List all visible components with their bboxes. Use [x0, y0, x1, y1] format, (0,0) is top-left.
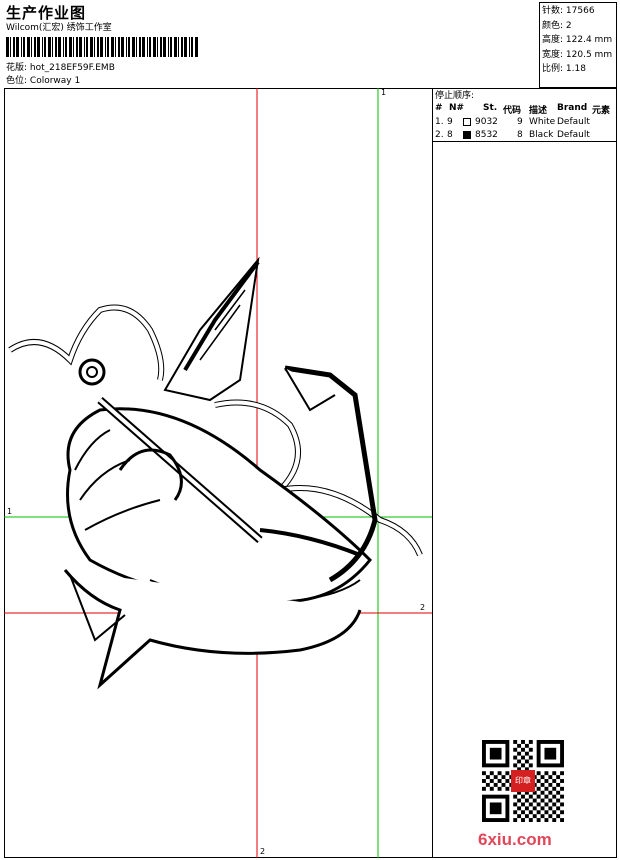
seal-stamp: 印章: [511, 770, 535, 792]
embroidery-design: [4, 88, 432, 858]
guide-label-bottom: 2: [260, 847, 266, 856]
guide-label-left: 1: [7, 507, 13, 516]
guide-label-top: 1: [381, 88, 387, 97]
shark-fin: [163, 256, 260, 402]
guide-label-right: 2: [420, 603, 426, 612]
watermark: 6xiu.com: [478, 830, 552, 849]
